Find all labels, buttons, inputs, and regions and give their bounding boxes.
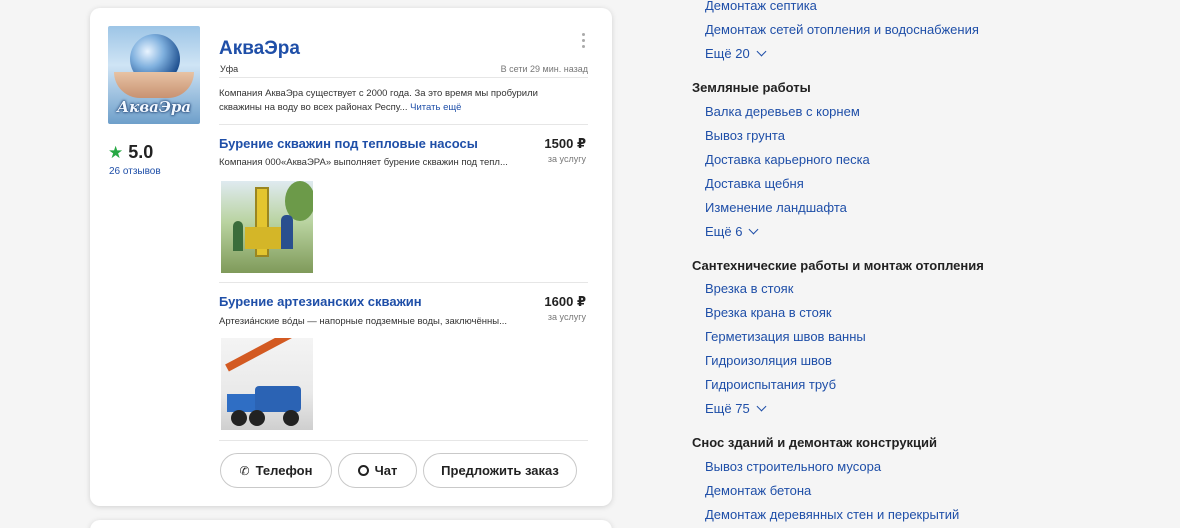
show-more-link[interactable]: Ещё 75	[705, 401, 767, 416]
service-title[interactable]: Бурение артезианских скважин	[219, 294, 422, 309]
service-text: Артезиа́нские во́ды — напорные подземные…	[219, 316, 507, 327]
chevron-down-icon	[756, 46, 767, 57]
category-link[interactable]: Изменение ландшафта	[705, 200, 847, 215]
next-card	[90, 520, 612, 528]
category-link[interactable]: Вывоз грунта	[705, 128, 785, 143]
chevron-down-icon	[756, 401, 767, 412]
service-title[interactable]: Бурение скважин под тепловые насосы	[219, 136, 478, 151]
divider	[219, 77, 588, 78]
phone-button[interactable]: ✆ Телефон	[220, 453, 332, 488]
description-text: Компания АкваЭра существует с 2000 года.…	[219, 88, 538, 113]
show-more-link[interactable]: Ещё 6	[705, 224, 759, 239]
category-link[interactable]: Демонтаж сетей отопления и водоснабжения	[705, 22, 979, 37]
service-photo[interactable]	[221, 181, 313, 273]
online-status: В сети 29 мин. назад	[500, 64, 588, 74]
divider	[219, 124, 588, 125]
star-icon: ★	[108, 143, 124, 162]
rating: ★ 5.0	[108, 142, 153, 163]
show-more-link[interactable]: Ещё 20	[705, 46, 767, 61]
service-price: 1500 ₽	[544, 136, 586, 151]
phone-button-label: Телефон	[255, 463, 313, 478]
more-options-icon[interactable]	[582, 33, 586, 49]
company-name[interactable]: АкваЭра	[219, 38, 300, 60]
show-more-label: Ещё 75	[705, 401, 750, 416]
price-unit: за услугу	[547, 312, 586, 322]
category-link[interactable]: Доставка щебня	[705, 176, 804, 191]
category-link[interactable]: Гидроизоляция швов	[705, 353, 832, 368]
category-heading: Снос зданий и демонтаж конструкций	[692, 435, 938, 450]
category-link[interactable]: Врезка крана в стояк	[705, 305, 832, 320]
show-more-label: Ещё 20	[705, 46, 750, 61]
offer-order-button[interactable]: Предложить заказ	[423, 453, 577, 488]
category-link[interactable]: Врезка в стояк	[705, 281, 793, 296]
service-price: 1600 ₽	[544, 294, 586, 309]
service-photo[interactable]	[221, 338, 313, 430]
divider	[219, 282, 588, 283]
category-link[interactable]: Доставка карьерного песка	[705, 152, 870, 167]
phone-icon: ✆	[239, 463, 250, 478]
price-unit: за услугу	[547, 154, 586, 164]
category-heading: Сантехнические работы и монтаж отопления	[692, 258, 984, 273]
chevron-down-icon	[749, 224, 759, 235]
specialist-card: АкваЭра ★ 5.0 26 отзывов АкваЭра Уфа В с…	[90, 8, 612, 506]
category-link[interactable]: Вывоз строительного мусора	[705, 459, 881, 474]
chat-button[interactable]: Чат	[338, 453, 417, 488]
company-logo[interactable]: АкваЭра	[108, 26, 200, 124]
category-link[interactable]: Демонтаж бетона	[705, 483, 811, 498]
show-more-label: Ещё 6	[705, 224, 743, 239]
service-text: Компания 000«АкваЭРА» выполняет бурение …	[219, 157, 508, 168]
category-link[interactable]: Демонтаж деревянных стен и перекрытий	[705, 507, 959, 522]
read-more-link[interactable]: Читать ещё	[410, 102, 461, 113]
category-link[interactable]: Валка деревьев с корнем	[705, 104, 860, 119]
category-heading: Земляные работы	[692, 80, 811, 95]
logo-text: АкваЭра	[116, 98, 192, 116]
reviews-link[interactable]: 26 отзывов	[109, 166, 161, 177]
chat-button-label: Чат	[374, 463, 398, 478]
rating-value: 5.0	[128, 142, 154, 162]
divider	[219, 440, 588, 441]
city: Уфа	[220, 64, 239, 74]
hands-image	[114, 72, 194, 98]
category-link[interactable]: Гидроиспытания труб	[705, 377, 836, 392]
category-link[interactable]: Герметизация швов ванны	[705, 329, 866, 344]
offer-order-label: Предложить заказ	[441, 463, 559, 478]
company-description: Компания АкваЭра существует с 2000 года.…	[219, 87, 579, 115]
category-link[interactable]: Демонтаж септика	[705, 0, 817, 13]
chat-icon	[357, 465, 369, 476]
